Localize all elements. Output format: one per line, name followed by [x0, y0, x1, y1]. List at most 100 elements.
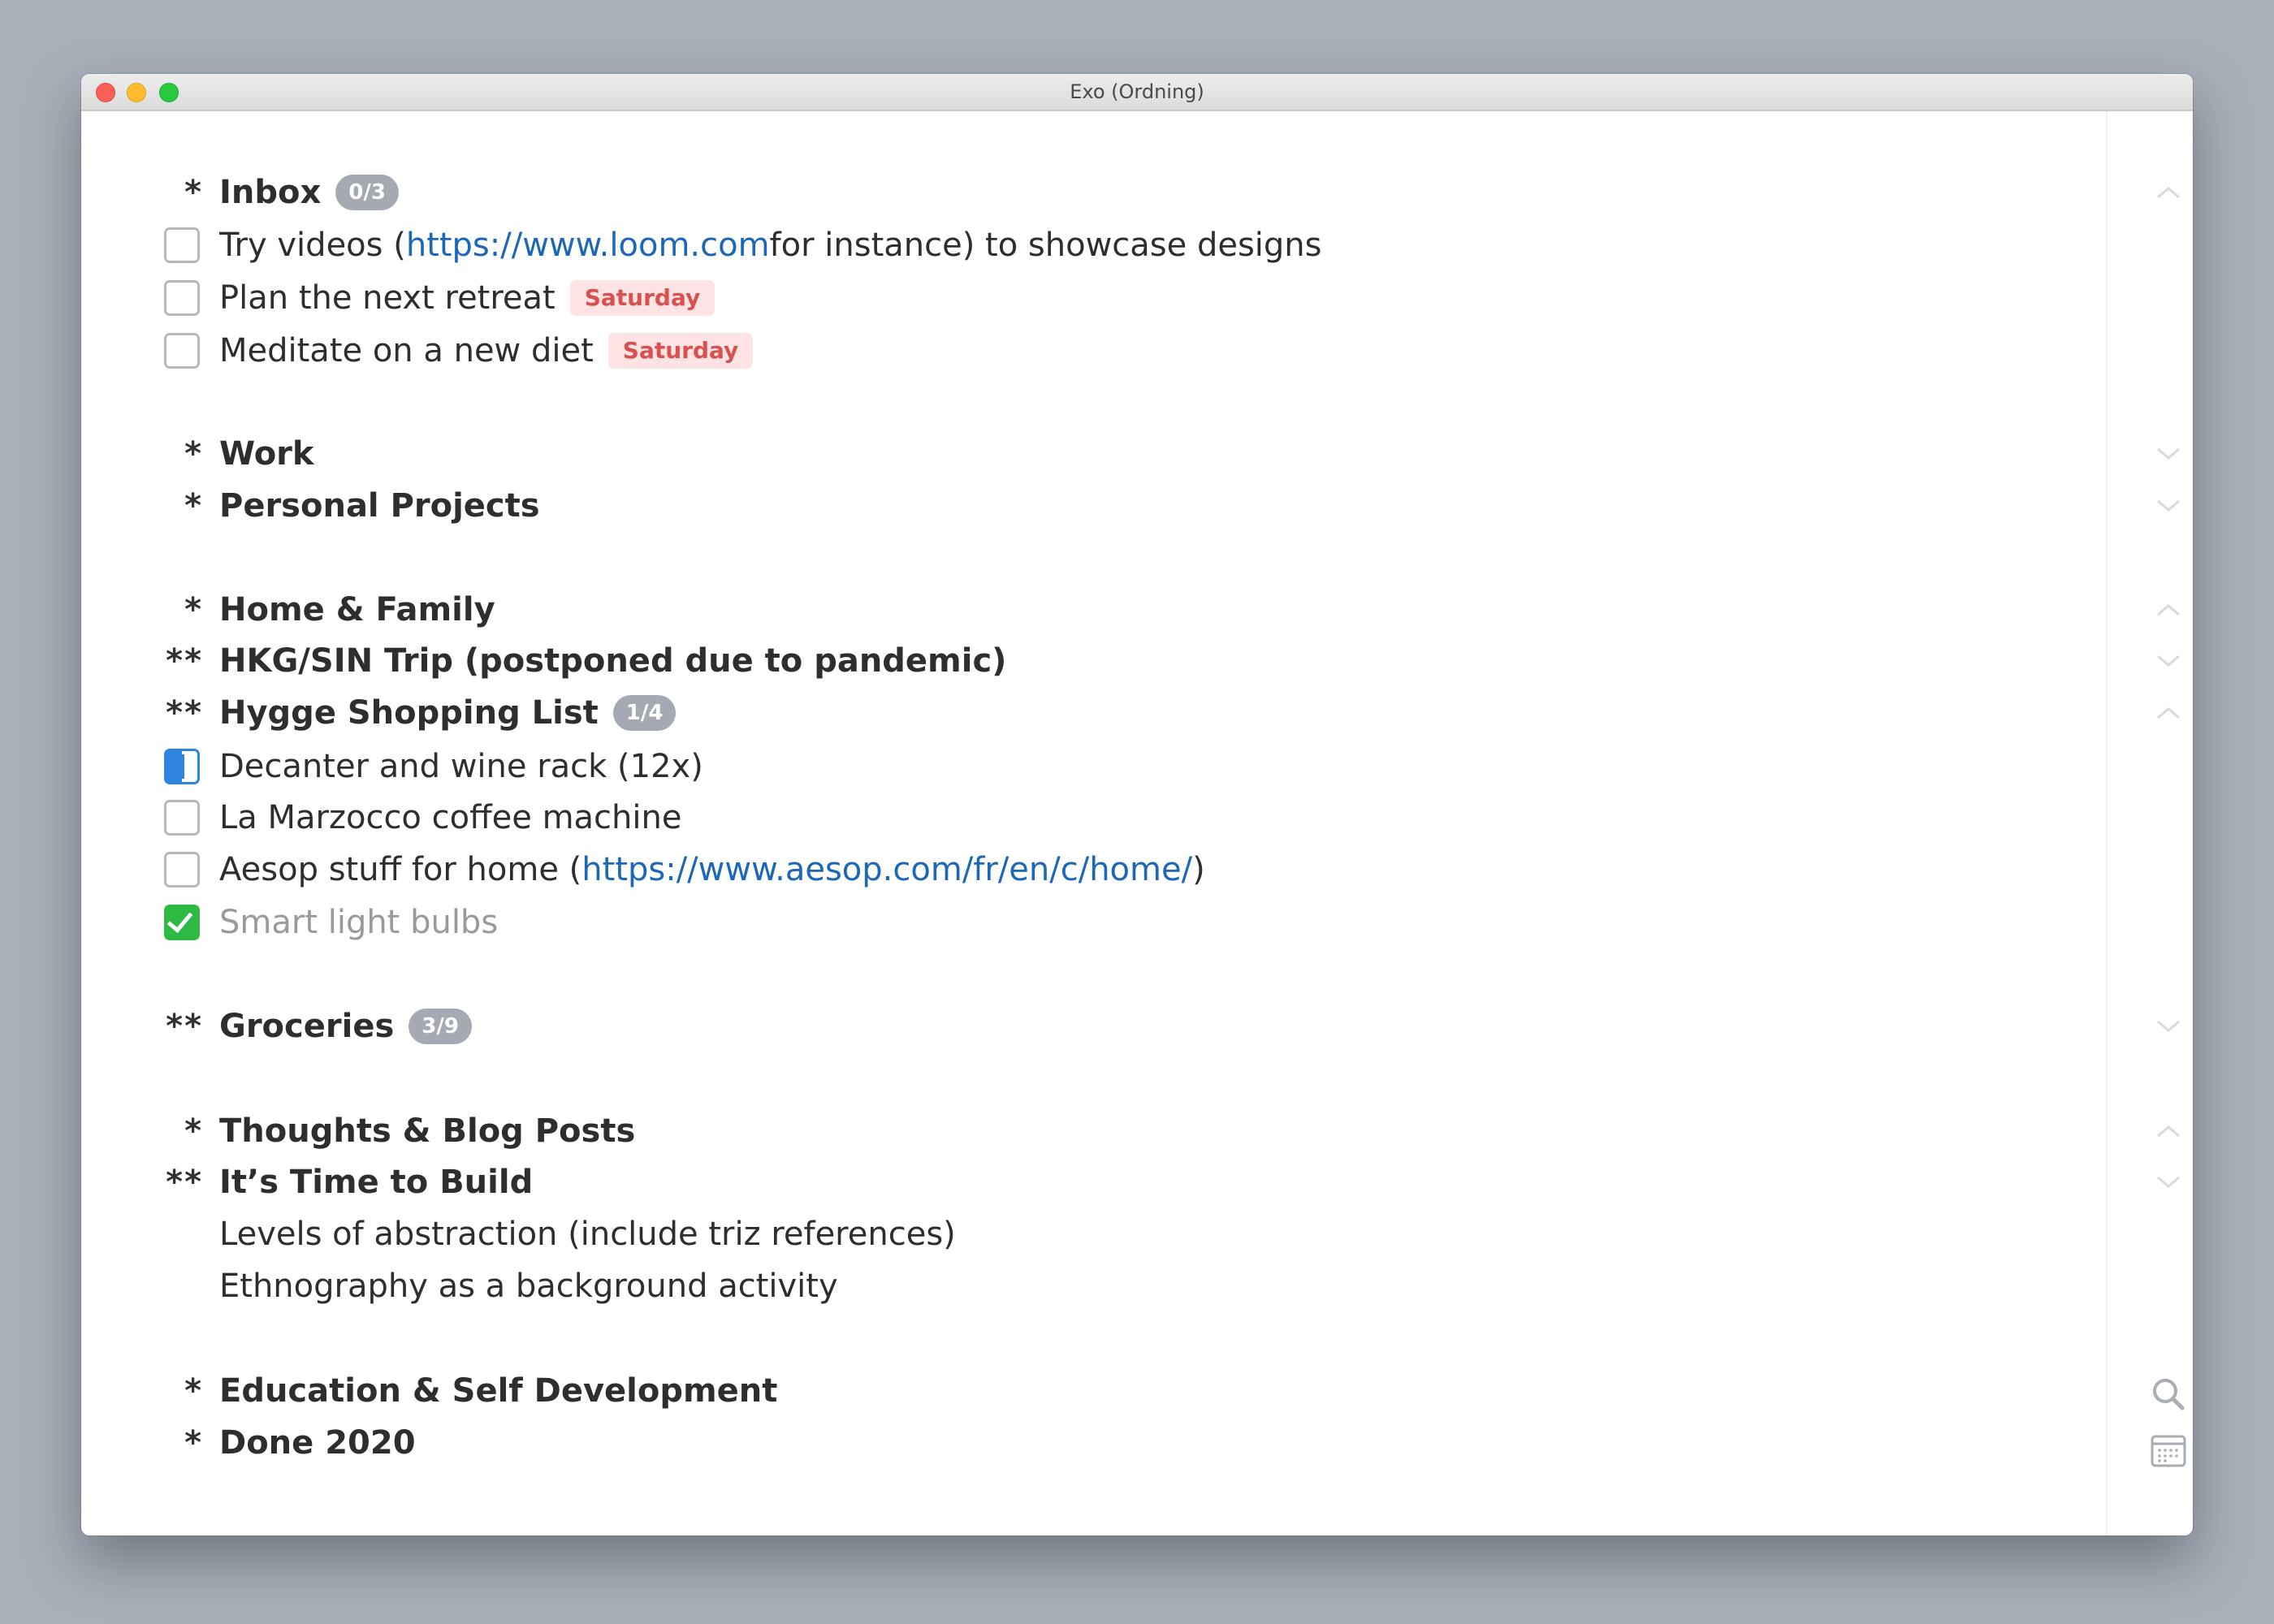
task-checkbox[interactable] [164, 852, 200, 888]
task-checkbox[interactable] [164, 333, 200, 369]
heading-title[interactable]: It’s Time to Build [219, 1164, 533, 1201]
heading-marker: ** [166, 694, 203, 732]
heading-marker: * [184, 435, 203, 473]
expand-its-time-to-build-button[interactable] [2152, 1160, 2185, 1205]
heading-marker: ** [166, 1008, 203, 1045]
task-link[interactable]: https://www.aesop.com/fr/en/c/home/ [581, 851, 1192, 888]
window-title: Exo (Ordning) [1070, 80, 1204, 103]
task-text[interactable]: Smart light bulbs [219, 904, 498, 941]
heading-hygge-shopping-list[interactable]: ** Hygge Shopping List 1/4 [81, 690, 2030, 736]
heading-work[interactable]: * Work [81, 431, 2030, 477]
expand-work-button[interactable] [2152, 431, 2185, 477]
task-text[interactable]: Plan the next retreat Saturday [219, 279, 715, 317]
task-text[interactable]: Decanter and wine rack (12x) [219, 748, 703, 785]
note-line[interactable]: Ethnography as a background activity [81, 1263, 2030, 1309]
expand-hkg-sin-trip-button[interactable] [2152, 638, 2185, 684]
task-checkbox-in-progress[interactable] [164, 749, 200, 784]
heading-title[interactable]: Hygge Shopping List 1/4 [219, 694, 677, 732]
expand-groceries-button[interactable] [2152, 1004, 2185, 1049]
task-text[interactable]: La Marzocco coffee machine [219, 799, 681, 836]
chevron-down-icon [2157, 499, 2180, 512]
task-row[interactable]: Try videos (https://www.loom.com for ins… [81, 222, 2030, 268]
heading-marker: ** [166, 642, 203, 680]
heading-title[interactable]: Thoughts & Blog Posts [219, 1112, 635, 1150]
task-checkbox[interactable] [164, 280, 200, 316]
task-text-part: for instance) to showcase designs [769, 227, 1322, 264]
heading-marker: * [184, 1372, 203, 1410]
count-badge: 1/4 [612, 695, 677, 731]
chevron-down-icon [2157, 447, 2180, 460]
search-button[interactable] [2148, 1374, 2189, 1415]
chevron-up-icon [2157, 1125, 2180, 1138]
heading-marker: * [184, 1424, 203, 1462]
chevron-down-icon [2157, 1020, 2180, 1032]
date-tag[interactable]: Saturday [607, 333, 754, 369]
heading-title[interactable]: HKG/SIN Trip (postponed due to pandemic) [219, 642, 1006, 680]
heading-home-family[interactable]: * Home & Family [81, 587, 2030, 633]
heading-marker: * [184, 487, 203, 525]
calendar-icon [2151, 1435, 2186, 1467]
heading-title[interactable]: Done 2020 [219, 1424, 416, 1462]
heading-marker: * [184, 1112, 203, 1150]
heading-its-time-to-build[interactable]: ** It’s Time to Build [81, 1160, 2030, 1205]
heading-title[interactable]: Home & Family [219, 591, 495, 628]
task-text-part: Try videos ( [219, 227, 406, 264]
note-line[interactable]: Levels of abstraction (include triz refe… [81, 1212, 2030, 1257]
task-row[interactable]: Smart light bulbs [81, 900, 2030, 945]
heading-hkg-sin-trip[interactable]: ** HKG/SIN Trip (postponed due to pandem… [81, 638, 2030, 684]
expand-personal-projects-button[interactable] [2152, 483, 2185, 529]
heading-groceries[interactable]: ** Groceries 3/9 [81, 1004, 2030, 1049]
task-text-part: Meditate on a new diet [219, 332, 594, 369]
task-text-part: ) [1192, 851, 1205, 888]
search-icon [2153, 1379, 2185, 1410]
app-window: Exo (Ordning) * Inbox 0/3 Try videos (ht… [81, 74, 2193, 1535]
heading-title[interactable]: Personal Projects [219, 487, 540, 525]
heading-title-text: Inbox [219, 174, 322, 211]
document-content[interactable]: * Inbox 0/3 Try videos (https://www.loom… [81, 111, 2193, 1535]
heading-title[interactable]: Education & Self Development [219, 1372, 777, 1410]
task-row[interactable]: Plan the next retreat Saturday [81, 275, 2030, 321]
task-checkbox[interactable] [164, 227, 200, 263]
heading-title-text: Groceries [219, 1008, 395, 1045]
collapse-home-family-button[interactable] [2152, 587, 2185, 633]
collapse-thoughts-blog-posts-button[interactable] [2152, 1108, 2185, 1154]
task-row[interactable]: La Marzocco coffee machine [81, 795, 2030, 840]
task-checkbox-checked[interactable] [164, 905, 200, 940]
task-text[interactable]: Meditate on a new diet Saturday [219, 332, 754, 369]
task-text[interactable]: Try videos (https://www.loom.com for ins… [219, 227, 1322, 264]
task-text-part: Aesop stuff for home ( [219, 851, 582, 888]
checkmark-icon [166, 905, 193, 934]
task-text[interactable]: Aesop stuff for home (https://www.aesop.… [219, 851, 1205, 888]
chevron-up-icon [2157, 187, 2180, 199]
heading-thoughts-blog-posts[interactable]: * Thoughts & Blog Posts [81, 1108, 2030, 1154]
task-row[interactable]: Meditate on a new diet Saturday [81, 328, 2030, 374]
collapse-hygge-shopping-list-button[interactable] [2152, 690, 2185, 736]
note-text[interactable]: Levels of abstraction (include triz refe… [219, 1216, 956, 1253]
heading-education-self-development[interactable]: * Education & Self Development [81, 1368, 2030, 1414]
heading-marker: * [184, 174, 203, 211]
heading-done-2020[interactable]: * Done 2020 [81, 1420, 2030, 1466]
chevron-down-icon [2157, 654, 2180, 667]
task-row[interactable]: Decanter and wine rack (12x) [81, 744, 2030, 789]
task-link[interactable]: https://www.loom.com [406, 227, 770, 264]
heading-marker: * [184, 591, 203, 628]
heading-marker: ** [166, 1164, 203, 1201]
count-badge: 0/3 [335, 175, 399, 210]
heading-inbox[interactable]: * Inbox 0/3 [81, 170, 2030, 215]
task-checkbox[interactable] [164, 800, 200, 836]
chevron-down-icon [2157, 1176, 2180, 1188]
heading-title[interactable]: Groceries 3/9 [219, 1008, 472, 1045]
calendar-button[interactable] [2148, 1431, 2189, 1471]
note-text[interactable]: Ethnography as a background activity [219, 1268, 838, 1305]
title-bar[interactable]: Exo (Ordning) [81, 74, 2193, 111]
heading-personal-projects[interactable]: * Personal Projects [81, 483, 2030, 529]
count-badge: 3/9 [409, 1009, 472, 1044]
heading-title[interactable]: Work [219, 435, 314, 473]
task-row[interactable]: Aesop stuff for home (https://www.aesop.… [81, 847, 2030, 892]
heading-title[interactable]: Inbox 0/3 [219, 174, 399, 211]
chevron-up-icon [2157, 604, 2180, 616]
date-tag[interactable]: Saturday [569, 280, 715, 316]
collapse-inbox-button[interactable] [2152, 170, 2185, 215]
chevron-up-icon [2157, 707, 2180, 719]
heading-title-text: Hygge Shopping List [219, 694, 599, 732]
